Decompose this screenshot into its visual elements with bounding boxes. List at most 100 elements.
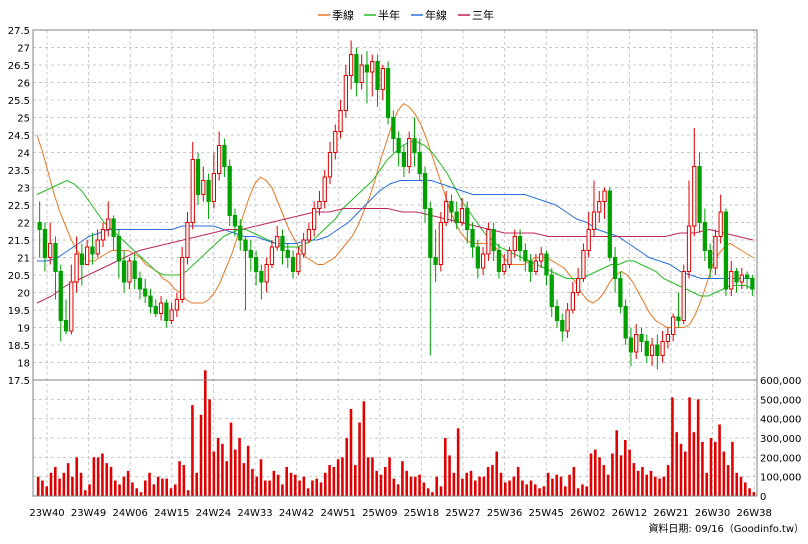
candle-body bbox=[375, 61, 380, 90]
volume-bar bbox=[594, 449, 597, 496]
volume-bar bbox=[332, 467, 336, 496]
x-tick-label: 26W30 bbox=[695, 508, 730, 519]
volume-bar bbox=[448, 455, 451, 496]
candle-body bbox=[444, 201, 449, 223]
volume-bar bbox=[221, 443, 224, 496]
candle-body bbox=[449, 201, 454, 213]
volume-bar bbox=[731, 441, 734, 496]
price-tick-label: 23.5 bbox=[8, 166, 30, 177]
price-tick-label: 27 bbox=[17, 44, 30, 55]
volume-bar bbox=[45, 486, 48, 496]
volume-bar bbox=[439, 486, 443, 496]
candle-body bbox=[100, 229, 106, 241]
volume-bar bbox=[36, 476, 40, 496]
price-tick-label: 25.5 bbox=[8, 96, 30, 107]
volume-bar bbox=[705, 472, 708, 496]
volume-bar bbox=[131, 482, 134, 496]
candle-body bbox=[734, 271, 739, 283]
candle-body bbox=[385, 68, 391, 118]
candle-body bbox=[502, 264, 507, 272]
candle-body bbox=[201, 180, 206, 195]
candle-body bbox=[480, 253, 486, 269]
volume-bar bbox=[354, 465, 357, 496]
volume-bar bbox=[242, 463, 246, 496]
volume-bar bbox=[474, 480, 477, 496]
volume-bar bbox=[491, 465, 494, 496]
candle-body bbox=[396, 138, 401, 153]
price-tick-label: 19 bbox=[17, 324, 30, 335]
volume-bar bbox=[409, 476, 413, 496]
candle-body bbox=[628, 337, 634, 353]
volume-bar bbox=[641, 467, 644, 496]
price-tick-label: 21 bbox=[17, 254, 30, 265]
volume-bar bbox=[576, 488, 580, 496]
candle-body bbox=[243, 239, 248, 251]
volume-bar bbox=[216, 438, 220, 496]
candle-body bbox=[127, 260, 132, 283]
volume-bar bbox=[66, 463, 70, 496]
volume-bar bbox=[564, 486, 567, 496]
candle-body bbox=[195, 159, 201, 195]
candle-body bbox=[565, 309, 570, 332]
candle-body bbox=[539, 253, 544, 262]
volume-bar bbox=[276, 474, 280, 496]
x-tick-label: 25W27 bbox=[445, 508, 480, 519]
candle-body bbox=[401, 152, 407, 167]
price-tick-label: 18 bbox=[17, 359, 30, 370]
volume-bar bbox=[418, 474, 421, 496]
price-axis-ticks: 27.5 27 26.5 26 25.5 25 24.5 24 23.5 23 22.5 22 21.5… bbox=[8, 26, 30, 387]
candle-body bbox=[317, 201, 322, 209]
candle-body bbox=[275, 236, 280, 248]
volume-bar bbox=[311, 480, 314, 496]
candle-body bbox=[121, 260, 127, 283]
price-tick-label: 21.5 bbox=[8, 236, 30, 247]
volume-bar bbox=[255, 476, 258, 496]
candle-body bbox=[671, 316, 676, 335]
volume-bar bbox=[654, 476, 657, 496]
volume-bar bbox=[349, 409, 353, 496]
candle-body bbox=[528, 260, 533, 272]
candle-body bbox=[744, 274, 750, 279]
volume-bar bbox=[246, 445, 250, 496]
volume-bar bbox=[478, 476, 481, 496]
volume-bar bbox=[405, 470, 408, 496]
volume-bar bbox=[71, 476, 74, 496]
volume-bar bbox=[148, 472, 151, 496]
volume-bar bbox=[658, 478, 661, 496]
legend-label: 年線 bbox=[425, 8, 447, 22]
candle-body bbox=[185, 222, 190, 258]
volume-bar bbox=[525, 484, 528, 496]
volume-bar bbox=[126, 470, 130, 496]
candle-body bbox=[174, 299, 180, 311]
volume-tick-label: 600,000 bbox=[760, 376, 801, 387]
volume-bar bbox=[632, 463, 636, 496]
volume-bar bbox=[671, 397, 674, 496]
candle-body bbox=[544, 253, 549, 276]
volume-bar bbox=[178, 461, 181, 496]
candle-body bbox=[465, 208, 470, 230]
volume-bar bbox=[572, 467, 576, 496]
volume-bar bbox=[328, 465, 331, 496]
candle-body bbox=[333, 131, 338, 153]
candle-body bbox=[380, 68, 385, 90]
volume-bar bbox=[559, 476, 563, 496]
x-tick-label: 23W49 bbox=[71, 508, 106, 519]
candle-body bbox=[560, 320, 565, 332]
volume-bar bbox=[628, 449, 631, 496]
x-tick-label: 25W18 bbox=[404, 508, 439, 519]
volume-bar bbox=[645, 474, 648, 496]
volume-bar bbox=[392, 478, 396, 496]
candle-body bbox=[655, 344, 660, 356]
price-tick-label: 18.5 bbox=[8, 341, 30, 352]
candle-body bbox=[470, 229, 475, 248]
volume-bar bbox=[461, 478, 464, 496]
volume-bar bbox=[62, 472, 66, 496]
volume-bar bbox=[195, 472, 198, 496]
volume-bar bbox=[675, 432, 678, 496]
volume-bar bbox=[534, 484, 537, 496]
candle-body bbox=[85, 246, 90, 265]
volume-bar bbox=[598, 457, 601, 496]
candle-body bbox=[417, 152, 422, 174]
candle-body bbox=[232, 215, 238, 227]
price-tick-label: 26.5 bbox=[8, 61, 30, 72]
